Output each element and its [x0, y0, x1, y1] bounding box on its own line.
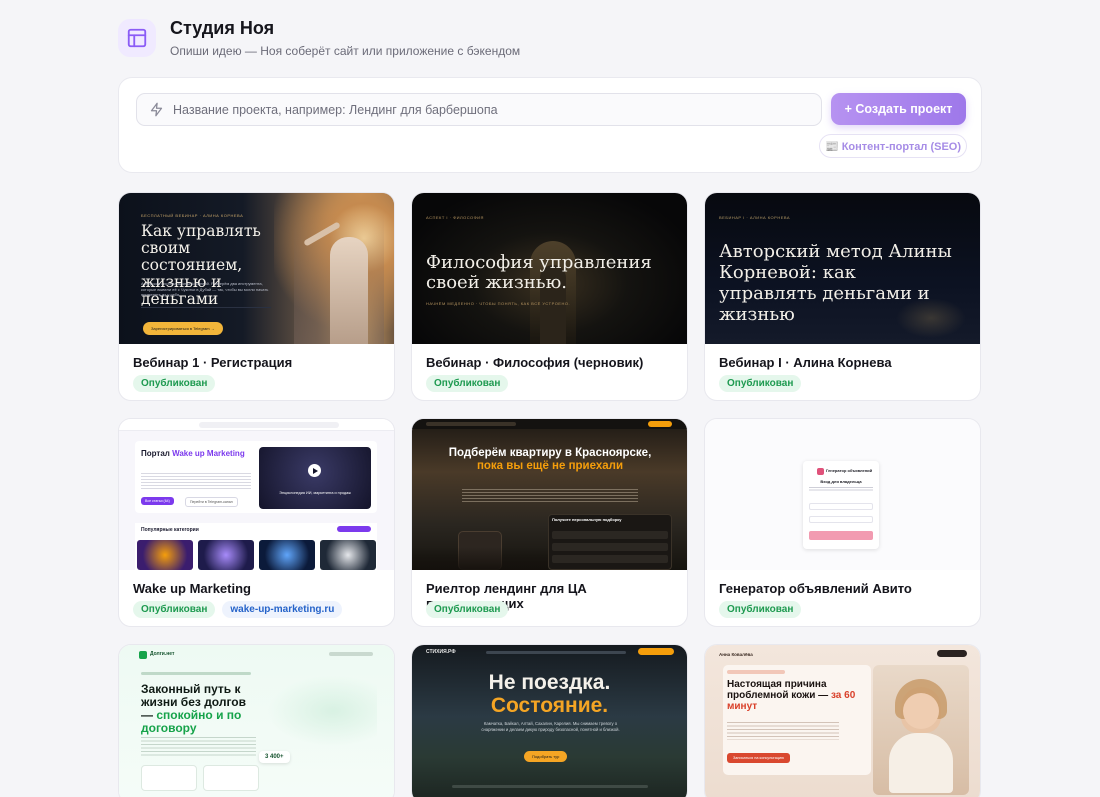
project-card[interactable]: СТИХИЯ.РФ Не поездка. Состояние. Камчатк… [411, 644, 688, 797]
project-thumbnail: Портал Wake up Marketing Все статьи (64)… [119, 419, 394, 570]
project-card[interactable]: Подберём квартиру в Красноярске, пока вы… [411, 418, 688, 627]
thumb-video-caption: Энциклопедия ИИ, маркетинга и продаж [279, 491, 351, 495]
thumb-kicker: АСПЕКТ I · ФИЛОСОФИЯ [426, 215, 484, 220]
thumb-cta: Подобрать тур [524, 751, 568, 762]
status-badge: Опубликован [719, 601, 802, 618]
project-card[interactable]: АСПЕКТ I · ФИЛОСОФИЯ Философия управлени… [411, 192, 688, 401]
thumb-text: НАЧНЁМ МЕДЛЕННО · ЧТОБЫ ПОНЯТЬ, КАК ВСЁ … [426, 301, 571, 306]
page-header: Студия Ноя Опиши идею — Ноя соберёт сайт… [118, 18, 520, 58]
project-name: Wake up Marketing [133, 581, 251, 596]
project-card[interactable]: Генератор объявлений Вход для владельца … [704, 418, 981, 627]
thumb-headline-b: Wake up Marketing [172, 449, 245, 458]
thumb-headline-b: Состояние. [490, 694, 609, 717]
project-name: Генератор объявлений Авито [719, 581, 912, 596]
thumb-stat: 3 400+ [259, 751, 290, 763]
template-chip-content-portal[interactable]: 📰 Контент-портал (SEO) [819, 134, 967, 158]
thumb-headline-a: Подберём квартиру в Красноярске, [448, 447, 652, 459]
create-project-panel: + Создать проект 📰 Контент-портал (SEO) [118, 77, 982, 173]
thumb-btn-primary: Все статьи (64) [141, 497, 174, 505]
thumb-headline-b: спокойно и по договору [141, 708, 242, 735]
site-link[interactable]: wake-up-marketing.ru [222, 601, 343, 618]
project-thumbnail: Генератор объявлений Вход для владельца [705, 419, 980, 570]
project-name: Вебинар I · Алина Корнева [719, 355, 892, 370]
thumb-headline: Авторский метод Алины Корневой: как упра… [719, 241, 952, 325]
layout-icon [118, 19, 156, 57]
thumb-headline-b: пока вы ещё не приехали [476, 459, 624, 472]
project-card[interactable]: Анна Ковалёва Настоящая причина проблемн… [704, 644, 981, 797]
thumb-cta: Зарегистрироваться в Telegram → [143, 322, 223, 335]
thumb-cta: Записаться на консультацию [727, 753, 790, 763]
project-card[interactable]: Долги.нет Законный путь к жизни без долг… [118, 644, 395, 797]
thumb-headline-a: Не поездка. [488, 671, 611, 694]
status-badge: Опубликован [719, 375, 802, 392]
page-subtitle: Опиши идею — Ноя соберёт сайт или прилож… [170, 44, 521, 58]
thumb-kicker: ВЕБИНАР I · АЛИНА КОРНЕВА [719, 215, 791, 220]
project-thumbnail: АСПЕКТ I · ФИЛОСОФИЯ Философия управлени… [412, 193, 687, 344]
project-thumbnail: Долги.нет Законный путь к жизни без долг… [119, 645, 394, 797]
page-title: Студия Ноя [170, 18, 275, 38]
thumb-brand: Долги.нет [150, 651, 175, 657]
thumb-form-title: Получите персональную подборку [552, 517, 622, 522]
status-badge: Опубликован [133, 601, 216, 618]
project-thumbnail: СТИХИЯ.РФ Не поездка. Состояние. Камчатк… [412, 645, 687, 797]
status-badge: Опубликован [133, 375, 216, 392]
project-name-field[interactable] [136, 93, 822, 126]
project-thumbnail: ВЕБИНАР I · АЛИНА КОРНЕВА Авторский мето… [705, 193, 980, 344]
thumb-categories: Популярные категории [141, 527, 199, 533]
project-card[interactable]: ВЕБИНАР I · АЛИНА КОРНЕВА Авторский мето… [704, 192, 981, 401]
project-thumbnail: Анна Ковалёва Настоящая причина проблемн… [705, 645, 980, 797]
lightning-icon [150, 102, 163, 117]
project-thumbnail: БЕСПЛАТНЫЙ ВЕБИНАР · АЛИНА КОРНЕВА Как у… [119, 193, 394, 344]
thumb-btn-secondary: Перейти в Telegram-канал [185, 497, 238, 507]
project-name-input[interactable] [173, 102, 793, 117]
project-name: Вебинар · Философия (черновик) [426, 355, 644, 370]
project-card[interactable]: Портал Wake up Marketing Все статьи (64)… [118, 418, 395, 627]
thumb-login-title: Вход для владельца [820, 479, 862, 484]
thumb-brand: Анна Ковалёва [719, 652, 753, 657]
thumb-text: Камчатка, Байкал, Алтай, Сахалин, Карели… [481, 721, 620, 732]
project-name: Вебинар 1 · Регистрация [133, 355, 293, 370]
project-card[interactable]: БЕСПЛАТНЫЙ ВЕБИНАР · АЛИНА КОРНЕВА Как у… [118, 192, 395, 401]
thumb-text: Авторская система Алины Корневой. Разбер… [141, 281, 269, 297]
project-thumbnail: Подберём квартиру в Красноярске, пока вы… [412, 419, 687, 570]
thumb-app-title: Генератор объявлений [826, 468, 873, 473]
create-project-button[interactable]: + Создать проект [831, 93, 966, 125]
thumb-headline: Философия управления своей жизнью. [426, 252, 652, 293]
thumb-kicker: БЕСПЛАТНЫЙ ВЕБИНАР · АЛИНА КОРНЕВА [141, 213, 244, 218]
status-badge: Опубликован [426, 375, 509, 392]
thumb-brand: СТИХИЯ.РФ [426, 649, 456, 655]
thumb-headline-a: Портал [141, 449, 173, 458]
status-badge: Опубликован [426, 601, 509, 618]
thumb-headline-a: Настоящая причина проблемной кожи — [727, 679, 831, 701]
